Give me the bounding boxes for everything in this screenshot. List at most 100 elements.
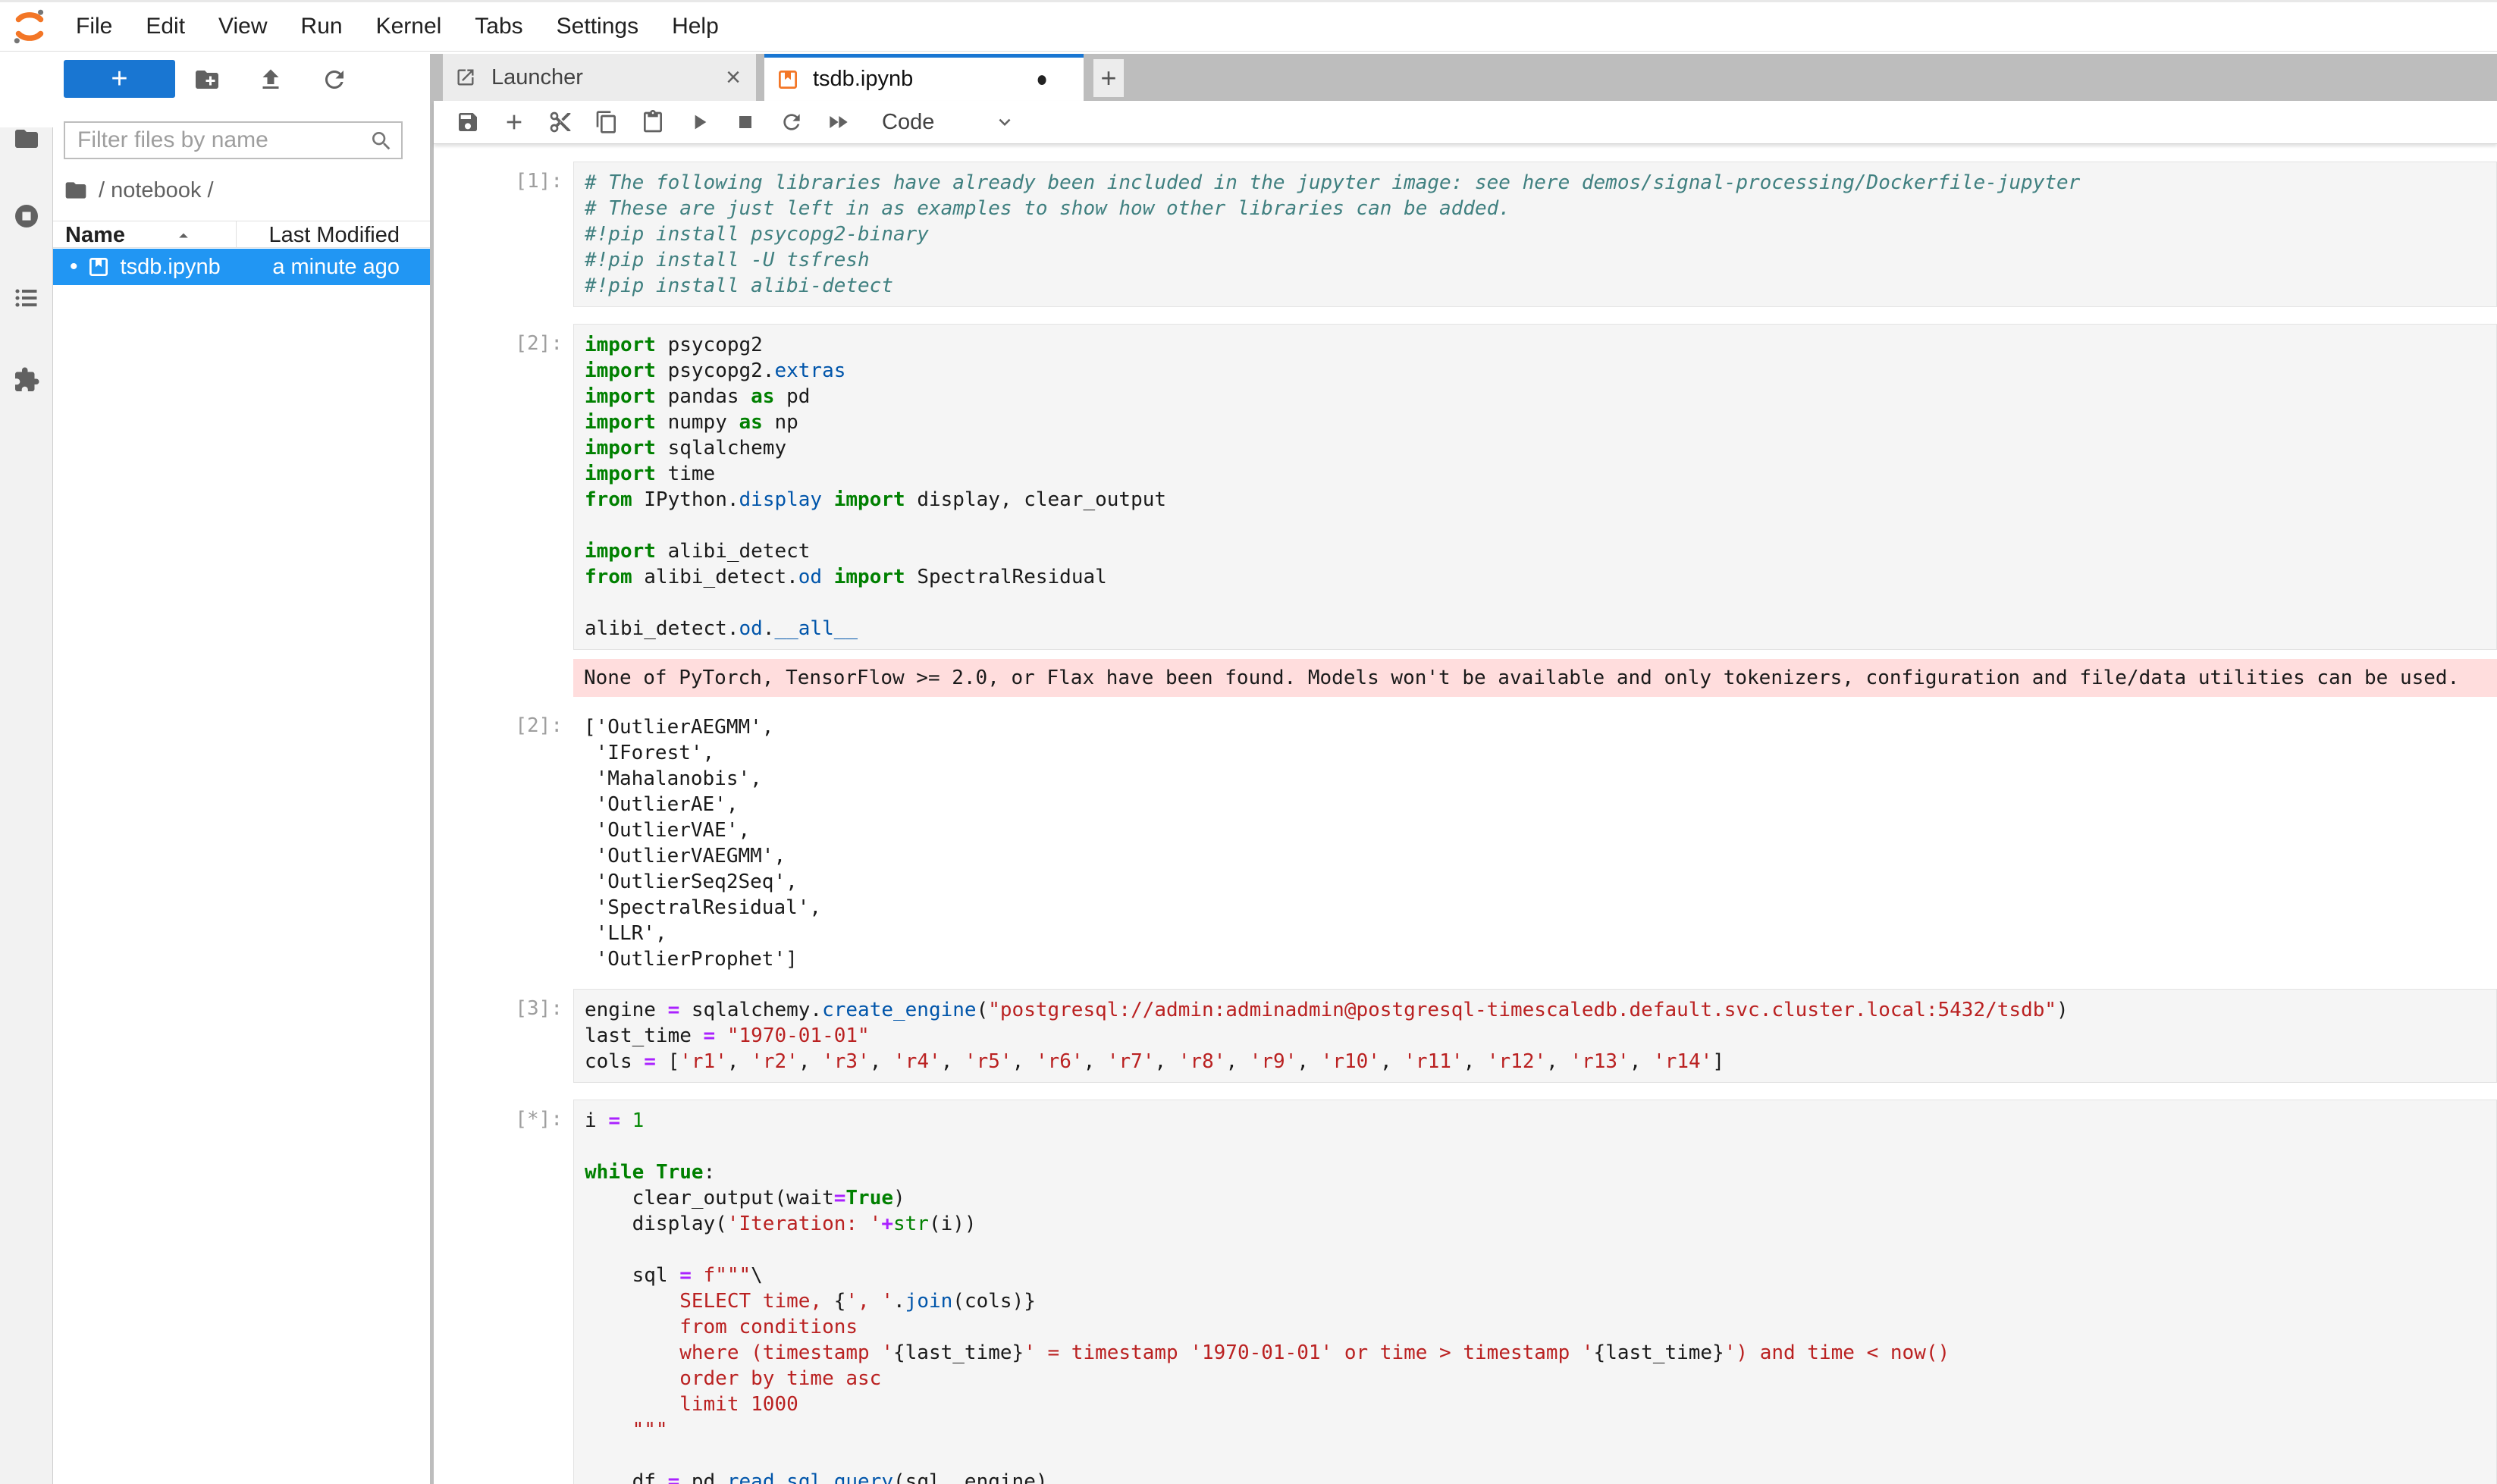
- cell-input-prompt: [2]:: [434, 324, 573, 355]
- refresh-file-list-icon[interactable]: [321, 66, 348, 93]
- code-line: #!pip install alibi-detect: [585, 273, 2496, 299]
- restart-run-all-button[interactable]: [826, 110, 850, 134]
- code-cell[interactable]: [*]:i = 1 while True: clear_output(wait=…: [434, 1100, 2497, 1484]
- notebook-tab-icon: [776, 68, 799, 91]
- menu-file[interactable]: File: [59, 2, 129, 51]
- breadcrumb[interactable]: / notebook /: [64, 175, 214, 206]
- file-browser-panel: + / notebook / Name Last Modified: [53, 54, 430, 1484]
- code-line: clear_output(wait=True): [585, 1185, 2496, 1211]
- tab-notebook-label: tsdb.ipynb: [813, 67, 1035, 92]
- output-line: 'Mahalanobis',: [584, 766, 2497, 792]
- code-line: import psycopg2: [585, 332, 2496, 358]
- filter-files-input[interactable]: [65, 123, 401, 158]
- code-cell[interactable]: [2]:import psycopg2import psycopg2.extra…: [434, 324, 2497, 972]
- cell-type-dropdown[interactable]: Code: [882, 110, 1016, 135]
- upload-icon[interactable]: [257, 66, 284, 93]
- code-line: # These are just left in as examples to …: [585, 196, 2496, 221]
- cell-output-prompt: [434, 659, 573, 667]
- output-line: None of PyTorch, TensorFlow >= 2.0, or F…: [584, 665, 2497, 691]
- interrupt-kernel-button[interactable]: [733, 110, 758, 134]
- jupyterlab-app: File Edit View Run Kernel Tabs Settings …: [0, 0, 2497, 1484]
- code-line: [585, 1237, 2496, 1263]
- output-line: 'OutlierVAEGMM',: [584, 843, 2497, 869]
- cell-editor[interactable]: import psycopg2import psycopg2.extrasimp…: [573, 324, 2497, 650]
- code-line: limit 1000: [585, 1391, 2496, 1417]
- notebook-cells: [1]: # The following libraries have alrea…: [434, 145, 2497, 1484]
- cell-input-area: [1]: # The following libraries have alrea…: [434, 162, 2497, 307]
- file-browser-icon[interactable]: [13, 125, 40, 152]
- code-line: import time: [585, 461, 2496, 487]
- code-line: [585, 513, 2496, 538]
- file-list-header: Name Last Modified: [53, 221, 430, 248]
- code-line: df = pd.read_sql_query(sql, engine): [585, 1469, 2496, 1484]
- code-line: [585, 590, 2496, 616]
- copy-cell-button[interactable]: [594, 110, 619, 134]
- output-line: 'OutlierVAE',: [584, 817, 2497, 843]
- cell-input-prompt: [3]:: [434, 989, 573, 1020]
- menu-settings[interactable]: Settings: [540, 2, 655, 51]
- close-tab-icon[interactable]: ×: [726, 63, 741, 93]
- code-cell[interactable]: [3]:engine = sqlalchemy.create_engine("p…: [434, 989, 2497, 1083]
- new-launcher-button[interactable]: +: [64, 60, 175, 98]
- code-line: import alibi_detect: [585, 538, 2496, 564]
- menu-run[interactable]: Run: [284, 2, 359, 51]
- code-line: """: [585, 1417, 2496, 1443]
- insert-cell-button[interactable]: [502, 110, 526, 134]
- output-line: 'LLR',: [584, 921, 2497, 946]
- output-line: ['OutlierAEGMM',: [584, 714, 2497, 740]
- run-cell-button[interactable]: [687, 110, 711, 134]
- notebook-file-icon: [87, 256, 110, 278]
- stderr-output: None of PyTorch, TensorFlow >= 2.0, or F…: [573, 659, 2497, 697]
- cell-input-area: [3]:engine = sqlalchemy.create_engine("p…: [434, 989, 2497, 1083]
- cell-input-prompt: [1]:: [434, 162, 573, 193]
- extension-manager-icon[interactable]: [13, 366, 40, 394]
- tab-launcher[interactable]: Launcher ×: [443, 54, 757, 101]
- output-line: 'OutlierProphet']: [584, 946, 2497, 972]
- code-line: import pandas as pd: [585, 384, 2496, 409]
- code-line: sql = f"""\: [585, 1263, 2496, 1288]
- code-line: import sqlalchemy: [585, 435, 2496, 461]
- folder-icon: [64, 178, 88, 202]
- code-line: # The following libraries have already b…: [585, 170, 2496, 196]
- cell-editor[interactable]: i = 1 while True: clear_output(wait=True…: [573, 1100, 2497, 1484]
- menu-bar: File Edit View Run Kernel Tabs Settings …: [0, 0, 2497, 52]
- tab-launcher-label: Launcher: [491, 65, 726, 90]
- notebook-toolbar: Code: [434, 101, 2497, 144]
- paste-cell-button[interactable]: [641, 110, 665, 134]
- cell-input-prompt: [*]:: [434, 1100, 573, 1131]
- activity-sidebar: [0, 54, 53, 1484]
- code-line: #!pip install psycopg2-binary: [585, 221, 2496, 247]
- cell-editor[interactable]: engine = sqlalchemy.create_engine("postg…: [573, 989, 2497, 1083]
- restart-kernel-button[interactable]: [780, 110, 804, 134]
- menu-view[interactable]: View: [202, 2, 284, 51]
- save-button[interactable]: [456, 110, 480, 134]
- main-dock-panel: Launcher × tsdb.ipynb ● +: [434, 54, 2497, 1484]
- menu-tabs[interactable]: Tabs: [458, 2, 539, 51]
- code-line: alibi_detect.od.__all__: [585, 616, 2496, 642]
- cut-cell-button[interactable]: [548, 110, 572, 134]
- code-line: order by time asc: [585, 1366, 2496, 1391]
- cell-editor[interactable]: # The following libraries have already b…: [573, 162, 2497, 307]
- menu-kernel[interactable]: Kernel: [359, 2, 459, 51]
- file-browser-toolbar: +: [53, 54, 430, 107]
- running-kernels-icon[interactable]: [13, 202, 40, 230]
- code-cell[interactable]: [1]: # The following libraries have alrea…: [434, 162, 2497, 307]
- new-tab-button[interactable]: +: [1093, 59, 1124, 97]
- cell-input-area: [2]:import psycopg2import psycopg2.extra…: [434, 324, 2497, 650]
- new-folder-icon[interactable]: [193, 66, 221, 93]
- output-line: 'IForest',: [584, 740, 2497, 766]
- code-line: last_time = "1970-01-01": [585, 1023, 2496, 1049]
- tab-notebook[interactable]: tsdb.ipynb ●: [764, 54, 1084, 101]
- menu-edit[interactable]: Edit: [129, 2, 202, 51]
- code-line: [585, 1443, 2496, 1469]
- code-line: #!pip install -U tsfresh: [585, 247, 2496, 273]
- kernel-running-indicator: •: [70, 254, 78, 280]
- file-row-tsdb[interactable]: • tsdb.ipynb a minute ago: [53, 249, 430, 285]
- column-last-modified[interactable]: Last Modified: [269, 223, 400, 248]
- column-name[interactable]: Name: [65, 223, 125, 248]
- table-of-contents-icon[interactable]: [13, 284, 40, 312]
- menu-help[interactable]: Help: [655, 2, 736, 51]
- code-line: display('Iteration: '+str(i)): [585, 1211, 2496, 1237]
- file-name: tsdb.ipynb: [121, 255, 273, 280]
- code-line: i = 1: [585, 1108, 2496, 1134]
